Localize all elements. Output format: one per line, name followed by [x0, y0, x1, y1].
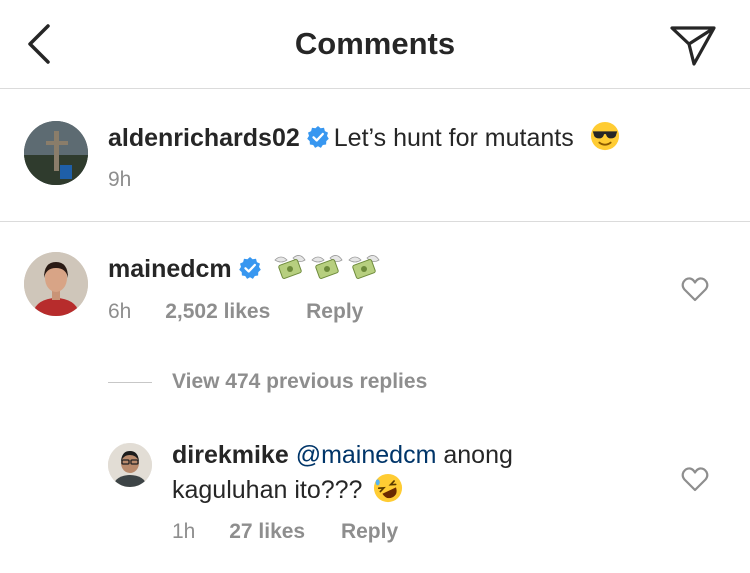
rofl-emoji-icon [374, 473, 403, 503]
reply-time: 1h [172, 520, 196, 543]
sunglasses-emoji-icon [590, 121, 619, 151]
reply-text-line-1: direkmike @mainedcm anong [172, 441, 513, 470]
reply-text-2: kaguluhan ito??? [172, 476, 363, 504]
page-title: Comments [294, 26, 456, 61]
avatar-photo [24, 252, 88, 316]
reply-button[interactable]: Reply [306, 300, 363, 323]
view-previous-replies[interactable]: View 474 previous replies [108, 370, 427, 396]
verified-badge-icon [306, 126, 329, 148]
reply-text-line-2: kaguluhan ito??? [172, 473, 403, 505]
comment-time: 6h [108, 300, 132, 323]
avatar-photo [24, 121, 88, 185]
avatar[interactable] [108, 443, 152, 487]
reply-username[interactable]: direkmike [172, 441, 289, 469]
caption-text: Let’s hunt for mutants [333, 124, 574, 152]
comment-likes[interactable]: 2,502 likes [165, 300, 270, 323]
avatar[interactable] [24, 252, 88, 316]
reply-likes[interactable]: 27 likes [229, 520, 305, 543]
money-with-wings-emoji-icon [273, 255, 380, 279]
caption-time: 9h [108, 168, 132, 191]
divider [108, 381, 152, 383]
heart-icon[interactable] [681, 276, 709, 302]
heart-icon[interactable] [681, 466, 709, 492]
verified-badge-icon [238, 257, 261, 279]
avatar-photo [108, 443, 152, 487]
caption-username[interactable]: aldenrichards02 [108, 124, 300, 152]
reply-button[interactable]: Reply [341, 520, 398, 543]
paper-plane-icon[interactable] [668, 22, 718, 68]
comment-text-line: mainedcm [108, 252, 381, 284]
avatar[interactable] [24, 121, 88, 185]
comment-meta: 6h 2,502 likes Reply [108, 300, 363, 324]
caption-section: aldenrichards02 Let’s hunt for mutants 9… [0, 89, 750, 222]
view-replies-label: View 474 previous replies [172, 370, 428, 393]
header-bar: Comments [0, 0, 750, 89]
reply-meta: 1h 27 likes Reply [172, 520, 398, 544]
comment-username[interactable]: mainedcm [108, 255, 232, 283]
reply-text-1: anong [443, 441, 513, 469]
mention-link[interactable]: @mainedcm [296, 441, 437, 469]
caption-text-line: aldenrichards02 Let’s hunt for mutants [108, 121, 621, 153]
